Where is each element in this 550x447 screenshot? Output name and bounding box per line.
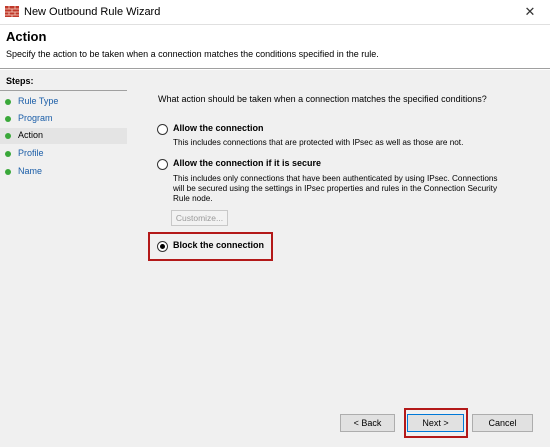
allow-secure-description: This includes only connections that have… xyxy=(173,174,498,203)
page-title: Action xyxy=(6,29,47,44)
page-subtitle: Specify the action to be taken when a co… xyxy=(6,49,379,59)
close-button[interactable]: ✕ xyxy=(510,0,550,24)
firewall-wall-icon xyxy=(5,6,19,17)
wizard-header: Action Specify the action to be taken wh… xyxy=(0,25,550,69)
sidebar-item-label: Rule Type xyxy=(18,96,59,106)
sidebar-item-label: Profile xyxy=(18,148,44,158)
sidebar-item-program[interactable]: Program xyxy=(0,111,127,127)
allow-secure-label[interactable]: Allow the connection if it is secure xyxy=(173,158,321,168)
sidebar-item-name[interactable]: Name xyxy=(0,164,127,180)
back-button[interactable]: < Back xyxy=(340,414,395,432)
steps-sidebar: Steps: Rule Type Program Action Profile … xyxy=(0,70,134,447)
close-icon: ✕ xyxy=(524,4,536,19)
green-dot-icon xyxy=(5,133,11,139)
green-dot-icon xyxy=(5,169,11,175)
block-connection-radio[interactable] xyxy=(157,241,168,252)
sidebar-item-profile[interactable]: Profile xyxy=(0,146,127,162)
sidebar-item-label: Action xyxy=(18,130,44,140)
allow-secure-radio[interactable] xyxy=(157,159,168,170)
green-dot-icon xyxy=(5,151,11,157)
block-connection-label[interactable]: Block the connection xyxy=(173,240,264,250)
action-question: What action should be taken when a conne… xyxy=(158,94,487,104)
window-title: New Outbound Rule Wizard xyxy=(24,6,161,18)
customize-button[interactable]: Customize... xyxy=(171,210,228,226)
sidebar-item-action[interactable]: Action xyxy=(0,128,127,144)
steps-title: Steps: xyxy=(6,76,34,86)
next-button[interactable]: Next > xyxy=(407,414,464,432)
main-panel: What action should be taken when a conne… xyxy=(134,70,550,447)
green-dot-icon xyxy=(5,99,11,105)
allow-connection-label[interactable]: Allow the connection xyxy=(173,123,264,133)
green-dot-icon xyxy=(5,116,11,122)
title-bar: New Outbound Rule Wizard ✕ xyxy=(0,0,550,25)
steps-divider xyxy=(0,90,127,91)
sidebar-item-label: Name xyxy=(18,166,43,176)
allow-connection-description: This includes connections that are prote… xyxy=(173,138,464,147)
cancel-button[interactable]: Cancel xyxy=(472,414,533,432)
sidebar-item-rule-type[interactable]: Rule Type xyxy=(0,94,127,110)
sidebar-item-label: Program xyxy=(18,113,53,123)
allow-connection-radio[interactable] xyxy=(157,124,168,135)
